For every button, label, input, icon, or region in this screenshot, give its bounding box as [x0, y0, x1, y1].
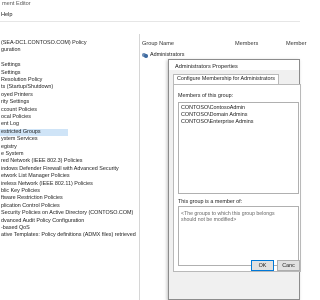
- member-of-label: This group is a member of:: [178, 199, 243, 205]
- tree-item[interactable]: e System: [0, 151, 23, 158]
- members-list[interactable]: CONTOSO\ContosoAdmin CONTOSO\Domain Admi…: [178, 102, 299, 194]
- tree-item[interactable]: blic Key Policies: [0, 188, 40, 195]
- tree-item[interactable]: red Network (IEEE 802.3) Policies: [0, 158, 83, 165]
- tree-item-label: ystem Services: [1, 136, 38, 143]
- tree-item[interactable]: ocal Policies: [0, 114, 31, 121]
- tree-item[interactable]: plication Control Policies: [0, 203, 60, 210]
- tree-item-label: blic Key Policies: [1, 188, 40, 194]
- tree-item-label: Security Policies on Active Directory (C…: [1, 210, 134, 217]
- tree-item[interactable]: ts (Startup/Shutdown): [0, 84, 53, 91]
- tree-item[interactable]: Security Policies on Active Directory (C…: [0, 210, 133, 217]
- menu-bar: Help: [0, 11, 300, 20]
- ok-button[interactable]: OK: [251, 260, 274, 271]
- dialog-panel: Members of this group: CONTOSO\ContosoAd…: [173, 84, 301, 272]
- tree-item-label: ts (Startup/Shutdown): [1, 84, 54, 91]
- tree-item[interactable]: Settings: [0, 62, 20, 69]
- tree-item-label: Settings: [1, 69, 21, 76]
- column-header-group-name[interactable]: Group Name: [142, 41, 174, 47]
- tree-item[interactable]: guration: [0, 47, 20, 54]
- tree-item[interactable]: ireless Network (IEEE 802.11) Policies: [0, 181, 93, 188]
- tree-item[interactable]: indows Defender Firewall with Advanced S…: [0, 166, 119, 173]
- tree-item-label: red Network (IEEE 802.3) Policies: [1, 158, 83, 165]
- tree-item-label: ftware Restriction Policies: [1, 195, 63, 202]
- tree-item[interactable]: etwork List Manager Policies: [0, 173, 70, 180]
- member-item[interactable]: CONTOSO\Enterprise Admins: [181, 119, 253, 125]
- tree-item-label: oyed Printers: [1, 91, 33, 98]
- tree-item[interactable]: rity Settings: [0, 99, 29, 106]
- tree-item[interactable]: [0, 55, 1, 62]
- tree-item-label: ireless Network (IEEE 802.11) Policies: [1, 180, 93, 187]
- cancel-button[interactable]: Canc: [277, 260, 300, 271]
- menu-help[interactable]: Help: [1, 12, 13, 18]
- tree-item-label: plication Control Policies: [1, 202, 60, 209]
- tree-item-label: ccount Policies: [1, 106, 37, 113]
- tree-item[interactable]: estricted Groups: [0, 128, 68, 136]
- tree-item-label: Settings: [1, 62, 21, 69]
- group-row-administrators[interactable]: Administrators: [142, 52, 184, 58]
- tree-item[interactable]: ystem Services: [0, 136, 38, 143]
- tree-item-label: ative Templates: Policy definitions (ADM…: [1, 232, 136, 239]
- policy-tree[interactable]: (SEA-DC1.CONTOSO.COM) Policy guration Sett…: [0, 34, 138, 300]
- tree-item[interactable]: dvanced Audit Policy Configuration: [0, 218, 84, 225]
- tree-item-label: ocal Policies: [1, 114, 31, 120]
- tree-item[interactable]: ccount Policies: [0, 107, 37, 114]
- group-icon: [142, 52, 148, 58]
- dialog-title-bar: Administrators Properties: [169, 60, 299, 70]
- column-header-members[interactable]: Members: [235, 41, 258, 47]
- tree-item-label: Resolution Policy: [1, 77, 43, 83]
- member-of-list[interactable]: <The groups to which this group belongs …: [178, 206, 299, 266]
- tab-configure-membership[interactable]: Configure Membership for Administrators: [173, 74, 279, 84]
- tree-item-label: indows Defender Firewall with Advanced S…: [1, 165, 119, 172]
- group-row-label: Administrators: [150, 52, 185, 58]
- tree-item[interactable]: -based QoS: [0, 225, 30, 232]
- tree-item-label: rity Settings: [1, 99, 30, 106]
- tree-item-label: estricted Groups: [1, 128, 41, 135]
- tree-item[interactable]: ent Log: [0, 121, 19, 128]
- dialog-title: Administrators Properties: [175, 64, 238, 70]
- tree-item[interactable]: (SEA-DC1.CONTOSO.COM) Policy: [0, 40, 87, 47]
- tree-item-label: (SEA-DC1.CONTOSO.COM) Policy: [1, 40, 87, 46]
- tree-item-label: ent Log: [1, 121, 19, 128]
- toolbar-divider: [0, 21, 300, 22]
- member-of-placeholder: <The groups to which this group belongs …: [181, 211, 275, 223]
- tree-item-label: etwork List Manager Policies: [1, 173, 70, 180]
- tree-item[interactable]: ftware Restriction Policies: [0, 195, 63, 202]
- tree-item[interactable]: ative Templates: Policy definitions (ADM…: [0, 232, 136, 239]
- tree-item-label: egistry: [1, 143, 17, 150]
- tree-item-label: -based QoS: [1, 225, 30, 231]
- tree-item[interactable]: egistry: [0, 144, 17, 151]
- tree-item-label: guration: [1, 47, 21, 54]
- tree-item[interactable]: Resolution Policy: [0, 77, 42, 84]
- member-item[interactable]: CONTOSO\ContosoAdmin: [181, 105, 245, 111]
- tree-item[interactable]: oyed Printers: [0, 92, 33, 99]
- tree-item-label: dvanced Audit Policy Configuration: [1, 217, 85, 224]
- tree-item[interactable]: Settings: [0, 70, 20, 77]
- members-label: Members of this group:: [178, 93, 234, 99]
- window-title: ment Editor: [2, 1, 31, 7]
- member-item[interactable]: CONTOSO\Domain Admins: [181, 112, 247, 118]
- title-bar: ment Editor: [0, 0, 300, 10]
- column-header-member-of[interactable]: Member: [286, 41, 307, 47]
- properties-dialog: Administrators Properties Configure Memb…: [168, 59, 301, 300]
- tree-item-label: e System: [1, 151, 24, 157]
